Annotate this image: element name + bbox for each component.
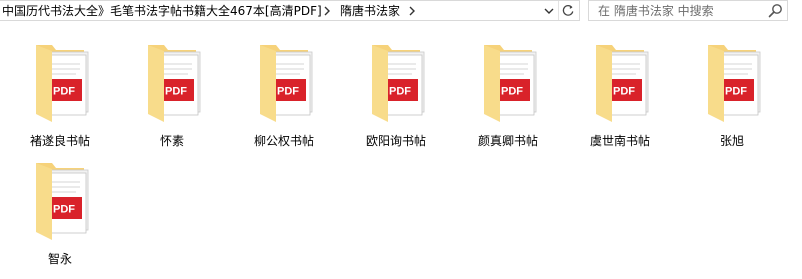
- folder-item[interactable]: PDF 张旭: [688, 22, 776, 148]
- folder-item[interactable]: PDF 欧阳询书帖: [352, 22, 440, 148]
- file-explorer-window: 中国历代书法大全》毛笔书法字帖书籍大全467本[高清PDF] 隋唐书法家 在 隋…: [0, 0, 802, 279]
- folder-item[interactable]: PDF 虞世南书帖: [576, 22, 664, 148]
- folder-item[interactable]: PDF 怀素: [128, 22, 216, 148]
- pdf-folder-icon: PDF: [36, 163, 89, 240]
- pdf-badge-text: PDF: [53, 86, 75, 98]
- pdf-badge-text: PDF: [613, 86, 635, 98]
- folder-item[interactable]: PDF 智永: [16, 140, 104, 266]
- pdf-badge-text: PDF: [277, 86, 299, 98]
- pdf-badge-text: PDF: [725, 86, 747, 98]
- pdf-badge-text: PDF: [165, 86, 187, 98]
- pdf-folder-icon: PDF: [148, 45, 201, 122]
- folder-name: 怀素: [159, 134, 184, 148]
- pdf-folder-icon: PDF: [372, 45, 425, 122]
- pdf-folder-icon: PDF: [596, 45, 649, 122]
- file-list: PDF 褚遂良书帖 PDF 怀素 PDF 柳公权书帖 PDF 欧阳询书帖 PDF…: [0, 22, 802, 279]
- folder-name: 虞世南书帖: [589, 134, 650, 148]
- pdf-badge-text: PDF: [53, 204, 75, 216]
- pdf-folder-icon: PDF: [708, 45, 761, 122]
- folder-item[interactable]: PDF 颜真卿书帖: [464, 22, 552, 148]
- breadcrumb-item-parent[interactable]: 中国历代书法大全》毛笔书法字帖书籍大全467本[高清PDF]: [2, 3, 322, 19]
- folder-name: 智永: [47, 252, 72, 266]
- chevron-right-icon[interactable]: [408, 6, 416, 16]
- breadcrumb-item-current[interactable]: 隋唐书法家: [340, 3, 400, 19]
- chevron-down-icon[interactable]: [540, 1, 558, 20]
- folder-item[interactable]: PDF 柳公权书帖: [240, 22, 328, 148]
- pdf-badge-text: PDF: [501, 86, 523, 98]
- search-input[interactable]: [589, 1, 768, 20]
- search-box[interactable]: [588, 0, 788, 21]
- pdf-folder-icon: PDF: [36, 45, 89, 122]
- navigation-bar: 中国历代书法大全》毛笔书法字帖书籍大全467本[高清PDF] 隋唐书法家: [0, 0, 802, 22]
- search-icon[interactable]: [768, 3, 783, 18]
- folder-name: 张旭: [719, 134, 744, 148]
- folder-item[interactable]: PDF 褚遂良书帖: [16, 22, 104, 148]
- refresh-icon[interactable]: [558, 1, 578, 20]
- pdf-folder-icon: PDF: [484, 45, 537, 122]
- folder-name: 颜真卿书帖: [477, 134, 538, 148]
- folder-name: 欧阳询书帖: [365, 134, 426, 148]
- address-bar[interactable]: 中国历代书法大全》毛笔书法字帖书籍大全467本[高清PDF] 隋唐书法家: [0, 0, 580, 21]
- folder-name: 柳公权书帖: [253, 134, 314, 148]
- pdf-folder-icon: PDF: [260, 45, 313, 122]
- pdf-badge-text: PDF: [389, 86, 411, 98]
- chevron-right-icon[interactable]: [323, 6, 331, 16]
